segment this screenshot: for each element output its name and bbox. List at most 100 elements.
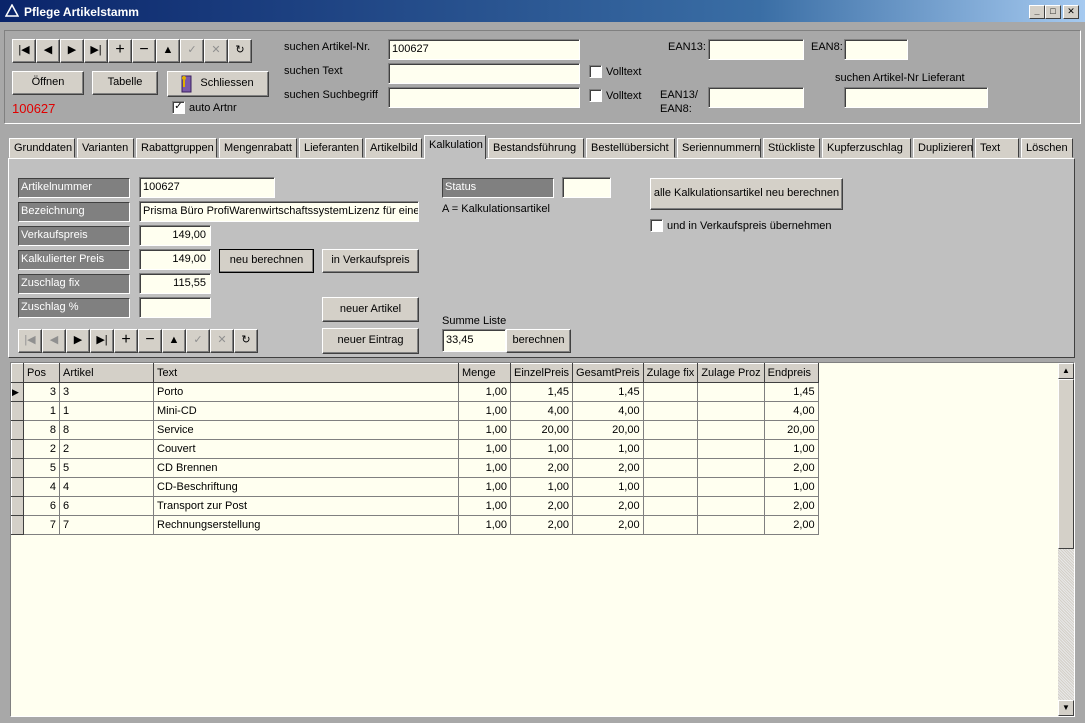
tab-varianten[interactable]: Varianten: [77, 138, 134, 158]
grid-header-zulage-fix[interactable]: Zulage fix: [642, 363, 699, 383]
cell-zulage-fix[interactable]: [642, 458, 699, 478]
cell-gesamtpreis[interactable]: 20,00: [572, 420, 644, 440]
delete-record-icon[interactable]: −: [138, 329, 162, 353]
cell-pos[interactable]: 8: [23, 420, 60, 440]
cell-artikel[interactable]: 7: [59, 515, 154, 535]
in-verkaufspreis-button[interactable]: in Verkaufspreis: [322, 249, 419, 273]
volltext-checkbox-1[interactable]: [589, 65, 602, 78]
cell-pos[interactable]: 1: [23, 401, 60, 421]
cell-endpreis[interactable]: 20,00: [763, 420, 819, 440]
first-record-icon[interactable]: |◀: [18, 329, 42, 353]
zuschlag-fix-input[interactable]: 115,55: [139, 273, 211, 294]
row-indicator[interactable]: [11, 439, 24, 459]
grid-header-text[interactable]: Text: [153, 363, 459, 383]
cell-zulage-proz[interactable]: [697, 439, 765, 459]
close-form-button[interactable]: Schliessen: [167, 71, 269, 97]
ean8-input[interactable]: [844, 39, 908, 60]
alle-neu-berechnen-button[interactable]: alle Kalkulationsartikel neu berechnen: [650, 178, 843, 210]
summe-liste-input[interactable]: 33,45: [442, 329, 506, 352]
ean13-ean8-input[interactable]: [708, 87, 804, 108]
neuer-eintrag-button[interactable]: neuer Eintrag: [322, 328, 419, 354]
lieferant-search-input[interactable]: [844, 87, 988, 108]
scroll-thumb[interactable]: [1058, 379, 1074, 549]
scroll-down-button[interactable]: ▼: [1058, 700, 1074, 716]
tab-kalkulation[interactable]: Kalkulation: [424, 135, 486, 159]
cell-pos[interactable]: 3: [23, 382, 60, 402]
row-indicator[interactable]: [11, 496, 24, 516]
add-record-icon[interactable]: +: [108, 39, 132, 63]
open-button[interactable]: Öffnen: [12, 71, 84, 95]
auto-artnr-checkbox[interactable]: ✓: [172, 101, 185, 114]
maximize-button[interactable]: □: [1045, 5, 1061, 19]
berechnen-button[interactable]: berechnen: [506, 329, 571, 353]
cell-endpreis[interactable]: 1,00: [763, 477, 819, 497]
cell-einzelpreis[interactable]: 1,45: [509, 382, 574, 402]
up-record-icon[interactable]: ▲: [156, 39, 180, 63]
uebernehmen-checkbox[interactable]: [650, 219, 663, 232]
table-row[interactable]: 5 5 CD Brennen 1,00 2,00 2,00 2,00: [11, 458, 819, 478]
cell-artikel[interactable]: 4: [59, 477, 154, 497]
refresh-record-icon[interactable]: ↻: [228, 39, 252, 63]
cell-einzelpreis[interactable]: 1,00: [509, 477, 574, 497]
grid-header-einzelpreis[interactable]: EinzelPreis: [509, 363, 574, 383]
tab-mengenrabatt[interactable]: Mengenrabatt: [219, 138, 297, 158]
cell-pos[interactable]: 2: [23, 439, 60, 459]
tab-artikelbild[interactable]: Artikelbild: [365, 138, 422, 158]
cell-einzelpreis[interactable]: 4,00: [509, 401, 574, 421]
cell-menge[interactable]: 1,00: [458, 477, 511, 497]
cell-endpreis[interactable]: 2,00: [763, 515, 819, 535]
cell-einzelpreis[interactable]: 2,00: [509, 458, 574, 478]
grid-header-artikel[interactable]: Artikel: [59, 363, 154, 383]
cell-menge[interactable]: 1,00: [458, 401, 511, 421]
scroll-up-button[interactable]: ▲: [1058, 363, 1074, 379]
delete-record-icon[interactable]: −: [132, 39, 156, 63]
cell-text[interactable]: CD-Beschriftung: [153, 477, 459, 497]
cell-menge[interactable]: 1,00: [458, 382, 511, 402]
cell-zulage-proz[interactable]: [697, 477, 765, 497]
cell-zulage-proz[interactable]: [697, 458, 765, 478]
tab-grunddaten[interactable]: Grunddaten: [9, 138, 75, 158]
grid-header-menge[interactable]: Menge: [458, 363, 511, 383]
cell-gesamtpreis[interactable]: 2,00: [572, 496, 644, 516]
cell-menge[interactable]: 1,00: [458, 439, 511, 459]
zuschlag-proz-input[interactable]: [139, 297, 211, 318]
cell-gesamtpreis[interactable]: 2,00: [572, 458, 644, 478]
prev-record-icon[interactable]: ◀: [42, 329, 66, 353]
cell-text[interactable]: Porto: [153, 382, 459, 402]
cell-zulage-proz[interactable]: [697, 420, 765, 440]
volltext-checkbox-2[interactable]: [589, 89, 602, 102]
refresh-record-icon[interactable]: ↻: [234, 329, 258, 353]
cell-endpreis[interactable]: 4,00: [763, 401, 819, 421]
cell-zulage-fix[interactable]: [642, 515, 699, 535]
cell-endpreis[interactable]: 1,00: [763, 439, 819, 459]
confirm-record-icon[interactable]: ✓: [186, 329, 210, 353]
table-row[interactable]: 8 8 Service 1,00 20,00 20,00 20,00: [11, 420, 819, 440]
table-row[interactable]: ▶ 3 3 Porto 1,00 1,45 1,45 1,45: [11, 382, 819, 402]
cell-gesamtpreis[interactable]: 4,00: [572, 401, 644, 421]
cell-artikel[interactable]: 2: [59, 439, 154, 459]
cell-einzelpreis[interactable]: 2,00: [509, 515, 574, 535]
search-text-input[interactable]: [388, 63, 580, 84]
next-record-icon[interactable]: ▶: [60, 39, 84, 63]
cell-gesamtpreis[interactable]: 1,00: [572, 439, 644, 459]
row-indicator[interactable]: [11, 401, 24, 421]
last-record-icon[interactable]: ▶|: [84, 39, 108, 63]
vertical-scrollbar[interactable]: ▲ ▼: [1058, 363, 1074, 716]
cell-pos[interactable]: 6: [23, 496, 60, 516]
last-record-icon[interactable]: ▶|: [90, 329, 114, 353]
cell-pos[interactable]: 4: [23, 477, 60, 497]
add-record-icon[interactable]: +: [114, 329, 138, 353]
cell-zulage-fix[interactable]: [642, 496, 699, 516]
cell-zulage-fix[interactable]: [642, 382, 699, 402]
tab-stückliste[interactable]: Stückliste: [763, 138, 820, 158]
cell-artikel[interactable]: 3: [59, 382, 154, 402]
tab-löschen[interactable]: Löschen: [1021, 138, 1073, 158]
kalk-preis-input[interactable]: 149,00: [139, 249, 211, 270]
tab-rabattgruppen[interactable]: Rabattgruppen: [136, 138, 217, 158]
search-suchbegriff-input[interactable]: [388, 87, 580, 108]
confirm-record-icon[interactable]: ✓: [180, 39, 204, 63]
row-indicator[interactable]: [11, 458, 24, 478]
cell-text[interactable]: Transport zur Post: [153, 496, 459, 516]
cell-gesamtpreis[interactable]: 1,45: [572, 382, 644, 402]
cell-text[interactable]: Rechnungserstellung: [153, 515, 459, 535]
